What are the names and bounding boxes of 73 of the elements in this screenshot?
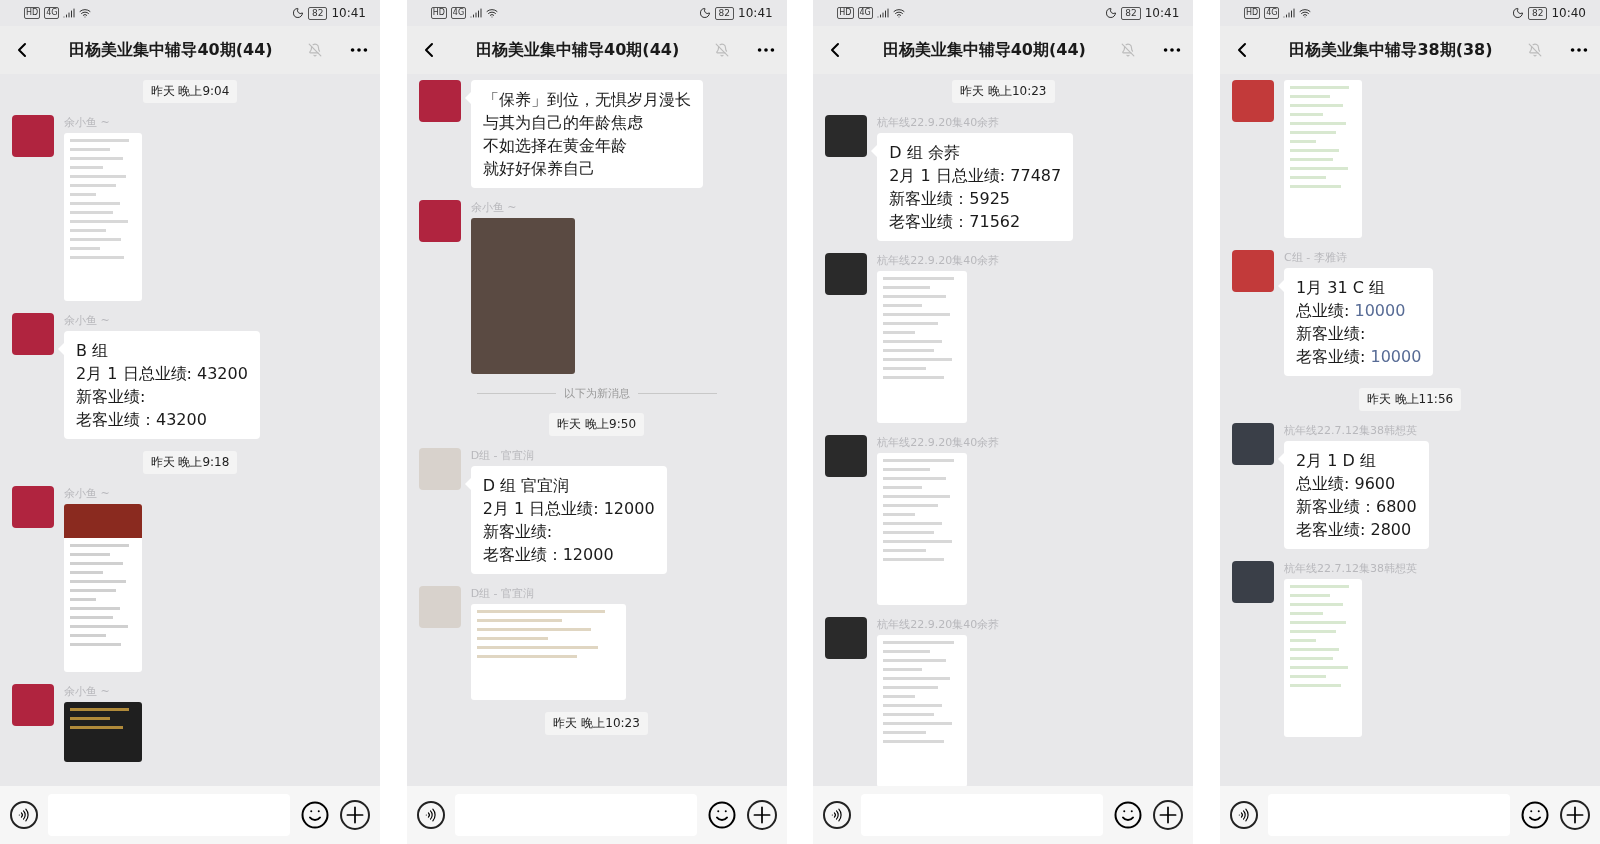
screenshot-thumbnail[interactable] bbox=[1283, 579, 1362, 737]
battery-level: 82 bbox=[1527, 6, 1548, 20]
message-bubble: 2月 1 D 组 总业绩: 9600 新客业绩：6800 老客业绩: 2800 bbox=[1283, 441, 1429, 549]
chat-title: 田杨美业集中辅导40期(44) bbox=[68, 39, 274, 61]
timestamp: 昨天 晚上9:18 bbox=[142, 451, 238, 474]
network-label: HD bbox=[24, 7, 41, 19]
screenshot-thumbnail[interactable] bbox=[64, 504, 142, 672]
plus-icon[interactable] bbox=[340, 800, 370, 830]
network-label: 4G bbox=[450, 7, 467, 19]
battery-level: 82 bbox=[714, 6, 735, 20]
avatar[interactable] bbox=[1231, 561, 1274, 603]
voice-icon[interactable] bbox=[416, 801, 445, 829]
avatar[interactable] bbox=[825, 115, 868, 157]
message-bubble: D 组 官宜润 2月 1 日总业绩: 12000 新客业绩: 老客业绩：12000 bbox=[470, 466, 667, 574]
message-bubble: 1月 31 C 组 总业绩: 10000 新客业绩: 老客业绩: 10000 bbox=[1283, 268, 1434, 376]
screenshot-thumbnail[interactable] bbox=[64, 702, 142, 762]
timestamp: 昨天 晚上10:23 bbox=[952, 80, 1055, 103]
chat-title: 田杨美业集中辅导38期(38) bbox=[1288, 39, 1494, 61]
timestamp: 昨天 晚上10:23 bbox=[545, 712, 648, 735]
avatar[interactable] bbox=[825, 435, 868, 477]
screenshot-thumbnail[interactable] bbox=[877, 453, 968, 605]
status-time: 10:40 bbox=[1551, 6, 1586, 20]
network-label: 4G bbox=[857, 7, 873, 19]
voice-icon[interactable] bbox=[823, 801, 852, 829]
moon-icon bbox=[1511, 7, 1524, 19]
signal-icon bbox=[63, 7, 76, 19]
signal-icon bbox=[1283, 7, 1296, 19]
moon-icon bbox=[1105, 7, 1118, 19]
new-messages-divider: 以下为新消息 bbox=[563, 386, 630, 401]
wifi-icon bbox=[486, 7, 499, 19]
emoji-icon[interactable] bbox=[1113, 800, 1144, 830]
network-label: HD bbox=[430, 7, 447, 19]
screenshot-thumbnail[interactable] bbox=[1283, 80, 1362, 238]
message-bubble: 「保养」到位，无惧岁月漫长 与其为自己的年龄焦虑 不如选择在黄金年龄 就好好保养自己 bbox=[470, 80, 703, 188]
status-time: 10:41 bbox=[331, 6, 366, 20]
moon-icon bbox=[698, 7, 711, 19]
battery-level: 82 bbox=[307, 6, 328, 20]
wifi-icon bbox=[79, 7, 92, 19]
status-time: 10:41 bbox=[1144, 6, 1180, 20]
avatar[interactable] bbox=[825, 253, 868, 295]
wifi-icon bbox=[892, 7, 905, 19]
screenshot-thumbnail[interactable] bbox=[877, 635, 968, 786]
avatar[interactable] bbox=[418, 80, 461, 122]
emoji-icon[interactable] bbox=[706, 800, 737, 830]
network-label: HD bbox=[1243, 7, 1261, 19]
avatar[interactable] bbox=[1231, 423, 1274, 465]
plus-icon[interactable] bbox=[746, 800, 777, 830]
emoji-icon[interactable] bbox=[300, 800, 330, 830]
screenshot-thumbnail[interactable] bbox=[470, 604, 626, 700]
avatar[interactable] bbox=[825, 617, 868, 659]
plus-icon[interactable] bbox=[1559, 800, 1590, 830]
voice-icon[interactable] bbox=[1229, 801, 1258, 829]
signal-icon bbox=[470, 7, 483, 19]
wifi-icon bbox=[1299, 7, 1312, 19]
message-bubble: B 组 2月 1 日总业绩: 43200 新客业绩: 老客业绩：43200 bbox=[64, 331, 260, 439]
screenshot-thumbnail[interactable] bbox=[64, 133, 142, 301]
plus-icon[interactable] bbox=[1153, 800, 1184, 830]
moon-icon bbox=[291, 7, 304, 19]
timestamp: 昨天 晚上9:04 bbox=[142, 80, 238, 103]
network-label: 4G bbox=[1264, 7, 1280, 19]
network-label: HD bbox=[837, 7, 854, 19]
network-label: 4G bbox=[44, 7, 60, 19]
chat-title: 田杨美业集中辅导40期(44) bbox=[881, 39, 1087, 61]
voice-icon[interactable] bbox=[10, 801, 38, 829]
emoji-icon[interactable] bbox=[1519, 800, 1550, 830]
avatar[interactable] bbox=[418, 200, 461, 242]
battery-level: 82 bbox=[1121, 6, 1141, 20]
screenshot-thumbnail[interactable] bbox=[877, 271, 968, 423]
message-bubble: D 组 余荞 2月 1 日总业绩: 77487 新客业绩：5925 老客业绩：71562 bbox=[877, 133, 1074, 241]
status-time: 10:41 bbox=[738, 6, 773, 20]
chat-title: 田杨美业集中辅导40期(44) bbox=[475, 39, 681, 61]
timestamp: 昨天 晚上9:50 bbox=[549, 413, 645, 436]
timestamp: 昨天 晚上11:56 bbox=[1358, 388, 1462, 411]
